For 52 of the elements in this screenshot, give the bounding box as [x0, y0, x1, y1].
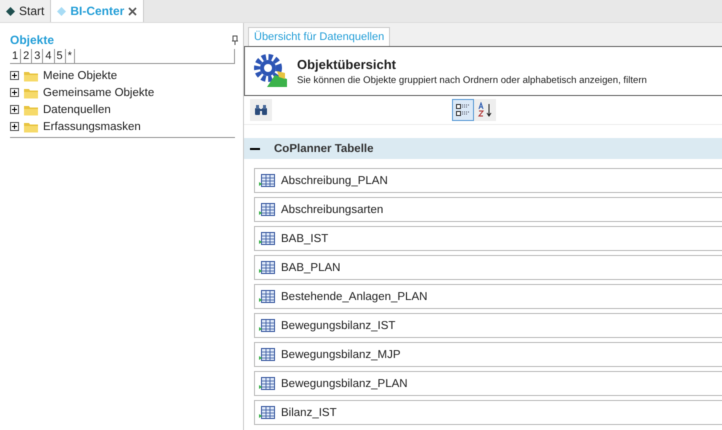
- table-icon: [259, 261, 275, 274]
- header-title: Objektübersicht: [297, 56, 397, 72]
- list-item[interactable]: Bewegungsbilanz_IST: [254, 313, 722, 338]
- table-icon: [259, 203, 275, 216]
- folder-icon: [23, 120, 39, 132]
- level-tab[interactable]: 2: [21, 49, 32, 63]
- table-icon: [259, 377, 275, 390]
- list-item[interactable]: BAB_PLAN: [254, 255, 722, 280]
- expand-icon[interactable]: [10, 71, 19, 80]
- folder-icon: [23, 70, 39, 82]
- list-item[interactable]: Bewegungsbilanz_PLAN: [254, 371, 722, 396]
- document-tab[interactable]: Start: [0, 0, 52, 22]
- pin-icon[interactable]: [231, 35, 239, 45]
- diamond-icon: [57, 6, 66, 16]
- level-tab[interactable]: 4: [43, 49, 54, 63]
- table-icon: [259, 406, 275, 419]
- table-icon: [259, 348, 275, 361]
- table-icon: [259, 290, 275, 303]
- expand-icon[interactable]: [10, 105, 19, 114]
- close-icon[interactable]: [128, 6, 138, 16]
- tree-item[interactable]: Datenquellen: [43, 104, 111, 116]
- tree-item[interactable]: Meine Objekte: [43, 70, 118, 82]
- level-tab[interactable]: 5: [54, 49, 66, 63]
- level-tab[interactable]: *: [66, 49, 75, 63]
- list-item[interactable]: Bestehende_Anlagen_PLAN: [254, 284, 722, 309]
- sort-az-icon: [477, 102, 493, 118]
- toolbar-button[interactable]: [474, 99, 496, 121]
- folder-icon: [23, 104, 39, 116]
- level-tab[interactable]: 1: [10, 49, 22, 63]
- list-item[interactable]: Abschreibung_PLAN: [254, 168, 722, 193]
- panel-title: Objekte: [10, 33, 54, 47]
- list-item[interactable]: Abschreibungsarten: [254, 197, 722, 222]
- list-item[interactable]: Bilanz_IST: [254, 400, 722, 425]
- header-description: Sie können die Objekte gruppiert nach Ordnern oder alphabetisch anzeigen, filtern: [297, 74, 647, 86]
- tree-item[interactable]: Gemeinsame Objekte: [43, 86, 154, 98]
- grouped-list-icon: [455, 102, 471, 118]
- table-icon: [259, 319, 275, 332]
- toolbar-button[interactable]: [250, 99, 272, 121]
- expand-icon[interactable]: [10, 88, 19, 97]
- level-tab[interactable]: 3: [32, 49, 44, 63]
- group-header[interactable]: CoPlanner Tabelle: [244, 138, 722, 159]
- folder-icon: [23, 86, 39, 98]
- tree-item[interactable]: Erfassungsmasken: [43, 120, 141, 132]
- table-icon: [259, 174, 275, 187]
- diamond-icon: [6, 6, 15, 16]
- list-item[interactable]: Bewegungsbilanz_MJP: [254, 342, 722, 367]
- toolbar-button[interactable]: [452, 99, 474, 121]
- expand-icon[interactable]: [10, 122, 19, 131]
- binoculars-icon: [254, 104, 268, 116]
- table-icon: [259, 232, 275, 245]
- gear-chart-icon: [253, 53, 289, 89]
- list-item[interactable]: BAB_IST: [254, 226, 722, 251]
